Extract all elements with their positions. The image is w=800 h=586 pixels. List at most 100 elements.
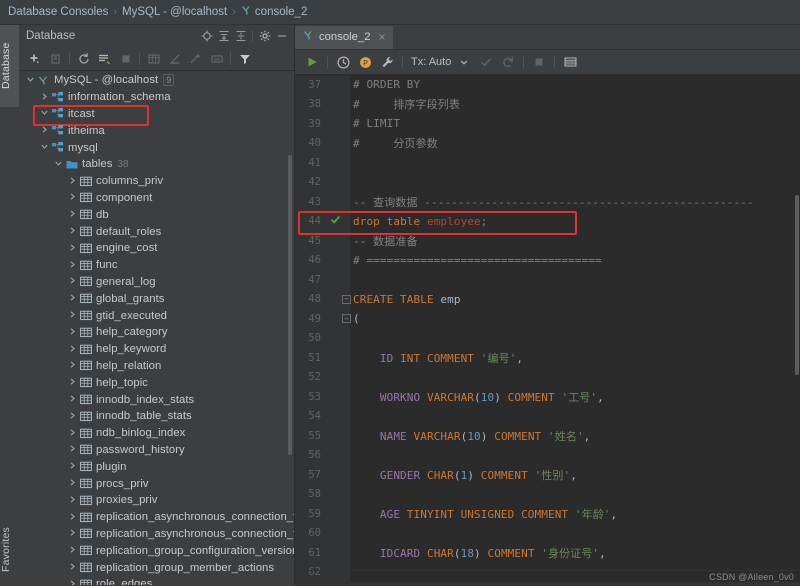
filter-icon[interactable] [234,49,255,69]
code-line[interactable]: 38# 排序字段列表 [295,95,800,115]
history-icon[interactable] [332,52,354,73]
tree-node-general_log[interactable]: general_log [19,274,294,291]
chevron-down-icon[interactable] [53,159,64,170]
chevron-right-icon[interactable] [67,226,78,237]
chevron-right-icon[interactable] [67,411,78,422]
breadcrumb-item-database-consoles[interactable]: Database Consoles [8,6,108,18]
code-line[interactable]: 41 [295,153,800,173]
chevron-right-icon[interactable] [67,276,78,287]
expand-all-icon[interactable] [215,28,232,45]
chevron-right-icon[interactable] [67,394,78,405]
code-line[interactable]: 48CREATE TABLE emp [295,290,800,310]
code-line[interactable]: 47 [295,270,800,290]
close-icon[interactable]: × [379,30,386,44]
tree-node-default_roles[interactable]: default_roles [19,223,294,240]
chevron-right-icon[interactable] [67,176,78,187]
chevron-right-icon[interactable] [67,327,78,338]
code-line[interactable]: 60 [295,524,800,544]
code-line[interactable]: 43-- 查询数据 ------------------------------… [295,192,800,212]
tree-node-mysql[interactable]: mysql [19,139,294,156]
tree-scrollbar[interactable] [288,155,292,455]
chevron-down-icon[interactable] [39,142,50,153]
chevron-right-icon[interactable] [67,310,78,321]
chevron-down-icon[interactable] [39,108,50,119]
chevron-right-icon[interactable] [67,562,78,573]
tree-node-db[interactable]: db [19,206,294,223]
code-line[interactable]: 45-- 数据准备 [295,231,800,251]
chevron-right-icon[interactable] [67,243,78,254]
chevron-right-icon[interactable] [67,545,78,556]
add-new-icon[interactable] [24,49,45,69]
chevron-right-icon[interactable] [67,495,78,506]
breadcrumb-item-connection[interactable]: MySQL - @localhost [122,6,227,18]
tree-node-replication_group_member_actions[interactable]: replication_group_member_actions [19,559,294,576]
locate-icon[interactable] [198,28,215,45]
chevron-right-icon[interactable] [67,512,78,523]
chevron-right-icon[interactable] [67,293,78,304]
code-line[interactable]: 39# LIMIT [295,114,800,134]
code-line[interactable]: 42 [295,173,800,193]
chevron-right-icon[interactable] [39,125,50,136]
chevron-right-icon[interactable] [67,428,78,439]
settings-gear-icon[interactable] [256,28,273,45]
code-line[interactable]: 59 AGE TINYINT UNSIGNED COMMENT '年龄', [295,504,800,524]
chevron-right-icon[interactable] [67,344,78,355]
chevron-right-icon[interactable] [67,192,78,203]
tree-node-replication_asynchronous_connection_fai[interactable]: replication_asynchronous_connection_fai [19,526,294,543]
code-line[interactable]: 63 WORKADDRESS VARCHAR(50) COMMENT '工作地址… [295,582,800,586]
stop-icon[interactable] [115,49,136,69]
tree-node-ndb_binlog_index[interactable]: ndb_binlog_index [19,425,294,442]
tree-node-help_keyword[interactable]: help_keyword [19,341,294,358]
tree-node-global_grants[interactable]: global_grants [19,290,294,307]
refresh-icon[interactable] [73,49,94,69]
tree-node-itheima[interactable]: itheima [19,122,294,139]
modify-icon[interactable] [164,49,185,69]
tree-node-information_schema[interactable]: information_schema [19,89,294,106]
tree-node-replication_group_configuration_version[interactable]: replication_group_configuration_version [19,542,294,559]
code-line[interactable]: 54 [295,407,800,427]
tree-node-tables[interactable]: tables38 [19,156,294,173]
profile-icon[interactable]: P [354,52,376,73]
code-line[interactable]: 61 IDCARD CHAR(18) COMMENT '身份证号', [295,543,800,563]
jump-to-console-icon[interactable] [94,49,115,69]
tree-node-role_edges[interactable]: role_edges [19,576,294,585]
chevron-down-icon[interactable] [453,52,475,73]
tree-node-columns_priv[interactable]: columns_priv [19,173,294,190]
tree-node-help_category[interactable]: help_category [19,324,294,341]
code-line[interactable]: 55 NAME VARCHAR(10) COMMENT '姓名', [295,426,800,446]
code-line[interactable]: 52 [295,368,800,388]
collapse-all-icon[interactable] [232,28,249,45]
settings-wrench-icon[interactable] [376,52,398,73]
duplicate-icon[interactable] [45,49,66,69]
chevron-right-icon[interactable] [67,528,78,539]
code-line[interactable]: 56 [295,446,800,466]
stop-icon[interactable] [528,52,550,73]
chevron-right-icon[interactable] [67,260,78,271]
sql-code-editor[interactable]: 37# ORDER BY38# 排序字段列表39# LIMIT40# 分页参数4… [295,75,800,586]
tree-node-procs_priv[interactable]: procs_priv [19,475,294,492]
chevron-right-icon[interactable] [67,461,78,472]
output-panel-icon[interactable] [559,52,581,73]
tree-node-password_history[interactable]: password_history [19,442,294,459]
chevron-right-icon[interactable] [67,360,78,371]
commit-icon[interactable] [475,52,497,73]
code-line[interactable]: 50 [295,329,800,349]
tree-node-help_topic[interactable]: help_topic [19,374,294,391]
hide-panel-icon[interactable] [273,28,290,45]
tree-node-func[interactable]: func [19,257,294,274]
code-line[interactable]: 57 GENDER CHAR(1) COMMENT '性别', [295,465,800,485]
breadcrumb-item-console[interactable]: console_2 [255,6,307,18]
database-tree[interactable]: MySQL - @localhost9information_schemaitc… [19,72,294,585]
tree-node-plugin[interactable]: plugin [19,458,294,475]
editor-scrollbar[interactable] [795,195,799,375]
tool-window-tab-database[interactable]: Database [0,25,19,107]
code-line[interactable]: 51 ID INT COMMENT '编号', [295,348,800,368]
chevron-down-icon[interactable] [25,75,36,86]
tree-node-help_relation[interactable]: help_relation [19,358,294,375]
code-line[interactable]: 46# =================================== [295,251,800,271]
new-object-icon[interactable] [185,49,206,69]
code-line[interactable]: 58 [295,485,800,505]
run-button[interactable] [301,52,323,73]
chevron-right-icon[interactable] [39,92,50,103]
code-line[interactable]: 53 WORKNO VARCHAR(10) COMMENT '工号', [295,387,800,407]
